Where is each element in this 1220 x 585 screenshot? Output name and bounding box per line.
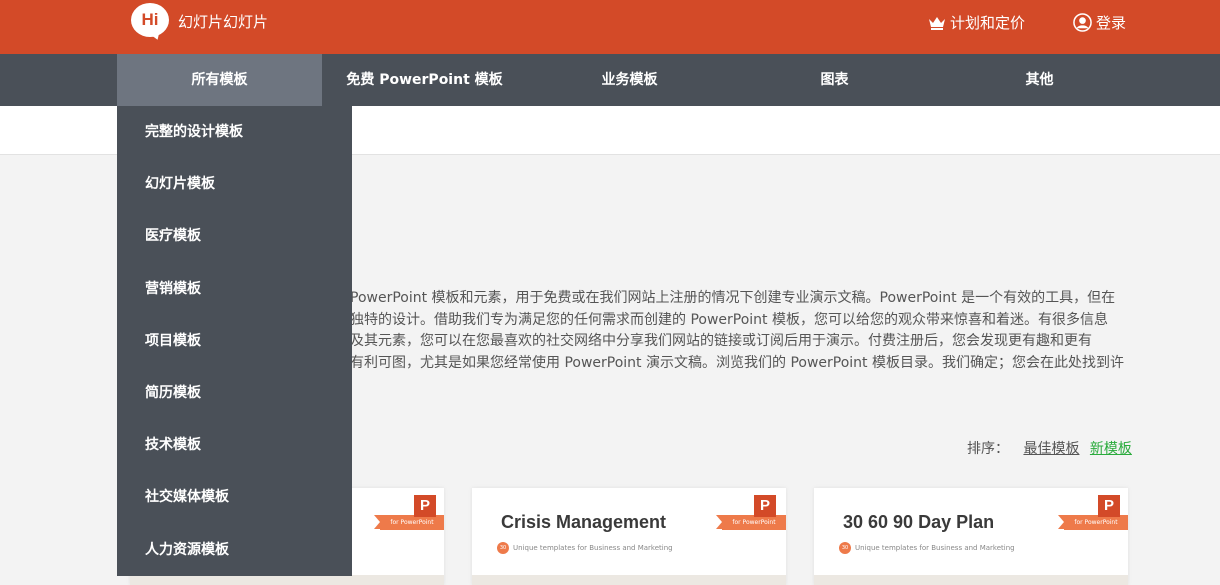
dropdown-item-resume[interactable]: 简历模板 <box>117 367 352 419</box>
plans-pricing-label: 计划和定价 <box>950 14 1026 32</box>
dropdown-item-technology[interactable]: 技术模板 <box>117 419 352 471</box>
all-templates-dropdown: 完整的设计模板 幻灯片模板 医疗模板 营销模板 项目模板 简历模板 技术模板 社… <box>117 106 352 576</box>
login-link[interactable]: 登录 <box>1073 12 1126 33</box>
powerpoint-icon: P <box>1098 495 1120 517</box>
dropdown-item-hr[interactable]: 人力资源模板 <box>117 524 352 576</box>
card-subtitle: 30 Unique templates for Business and Mar… <box>497 542 673 554</box>
dropdown-item-medical[interactable]: 医疗模板 <box>117 210 352 262</box>
template-card[interactable]: 30 60 90 Day Plan 30 Unique templates fo… <box>814 488 1128 585</box>
nav-other[interactable]: 其他 <box>937 54 1142 106</box>
card-count-badge: 30 <box>497 542 509 554</box>
description-line: 及其元素，您可以在您最喜欢的社交网络中分享我们网站的链接或订阅后用于演示。付费注… <box>350 333 1092 349</box>
sort-label: 排序： <box>967 441 1009 457</box>
card-title: 30 60 90 Day Plan <box>843 512 995 532</box>
dropdown-item-marketing[interactable]: 营销模板 <box>117 263 352 315</box>
card-preview-strip <box>472 575 786 585</box>
sort-best-link[interactable]: 最佳模板 <box>1023 441 1079 457</box>
dropdown-item-project[interactable]: 项目模板 <box>117 315 352 367</box>
plans-pricing-link[interactable]: 计划和定价 <box>928 12 1025 33</box>
nav-free-powerpoint-templates[interactable]: 免费 PowerPoint 模板 <box>322 54 527 106</box>
user-icon <box>1073 13 1092 32</box>
site-name[interactable]: 幻灯片幻灯片 <box>178 11 268 32</box>
main-nav: 所有模板 免费 PowerPoint 模板 业务模板 图表 其他 <box>0 54 1220 106</box>
dropdown-item-slides[interactable]: 幻灯片模板 <box>117 158 352 210</box>
powerpoint-icon: P <box>754 495 776 517</box>
intro-description: PowerPoint 模板和元素，用于免费或在我们网站上注册的情况下创建专业演示… <box>350 288 1130 374</box>
description-line: 有利可图，尤其是如果您经常使用 PowerPoint 演示文稿。浏览我们的 Po… <box>350 354 1124 371</box>
card-preview-strip <box>814 575 1128 585</box>
dropdown-item-full-design[interactable]: 完整的设计模板 <box>117 106 352 158</box>
description-line: 独特的设计。借助我们专为满足您的任何需求而创建的 PowerPoint 模板，您… <box>350 311 1108 328</box>
nav-all-templates[interactable]: 所有模板 <box>117 54 322 106</box>
crown-icon <box>929 16 945 30</box>
card-ribbon: for PowerPoint <box>716 515 786 530</box>
card-ribbon: for PowerPoint <box>374 515 444 530</box>
dropdown-item-social-media[interactable]: 社交媒体模板 <box>117 471 352 523</box>
nav-business-templates[interactable]: 业务模板 <box>527 54 732 106</box>
description-line: PowerPoint 模板和元素，用于免费或在我们网站上注册的情况下创建专业演示… <box>350 290 1116 306</box>
nav-charts[interactable]: 图表 <box>732 54 937 106</box>
card-title: Crisis Management <box>501 512 667 532</box>
template-card[interactable]: Crisis Management 30 Unique templates fo… <box>472 488 786 585</box>
sort-new-link[interactable]: 新模板 <box>1090 441 1132 457</box>
top-header: Hi 幻灯片幻灯片 计划和定价 登录 <box>0 0 1220 54</box>
powerpoint-icon: P <box>414 495 436 517</box>
card-subtitle-text: Unique templates for Business and Market… <box>855 544 1015 552</box>
card-preview-strip <box>130 575 444 585</box>
card-subtitle-text: Unique templates for Business and Market… <box>513 544 673 552</box>
card-ribbon: for PowerPoint <box>1058 515 1128 530</box>
card-count-badge: 30 <box>839 542 851 554</box>
card-subtitle: 30 Unique templates for Business and Mar… <box>839 542 1015 554</box>
sort-controls: 排序： 最佳模板 新模板 <box>967 438 1132 458</box>
login-label: 登录 <box>1096 14 1127 32</box>
